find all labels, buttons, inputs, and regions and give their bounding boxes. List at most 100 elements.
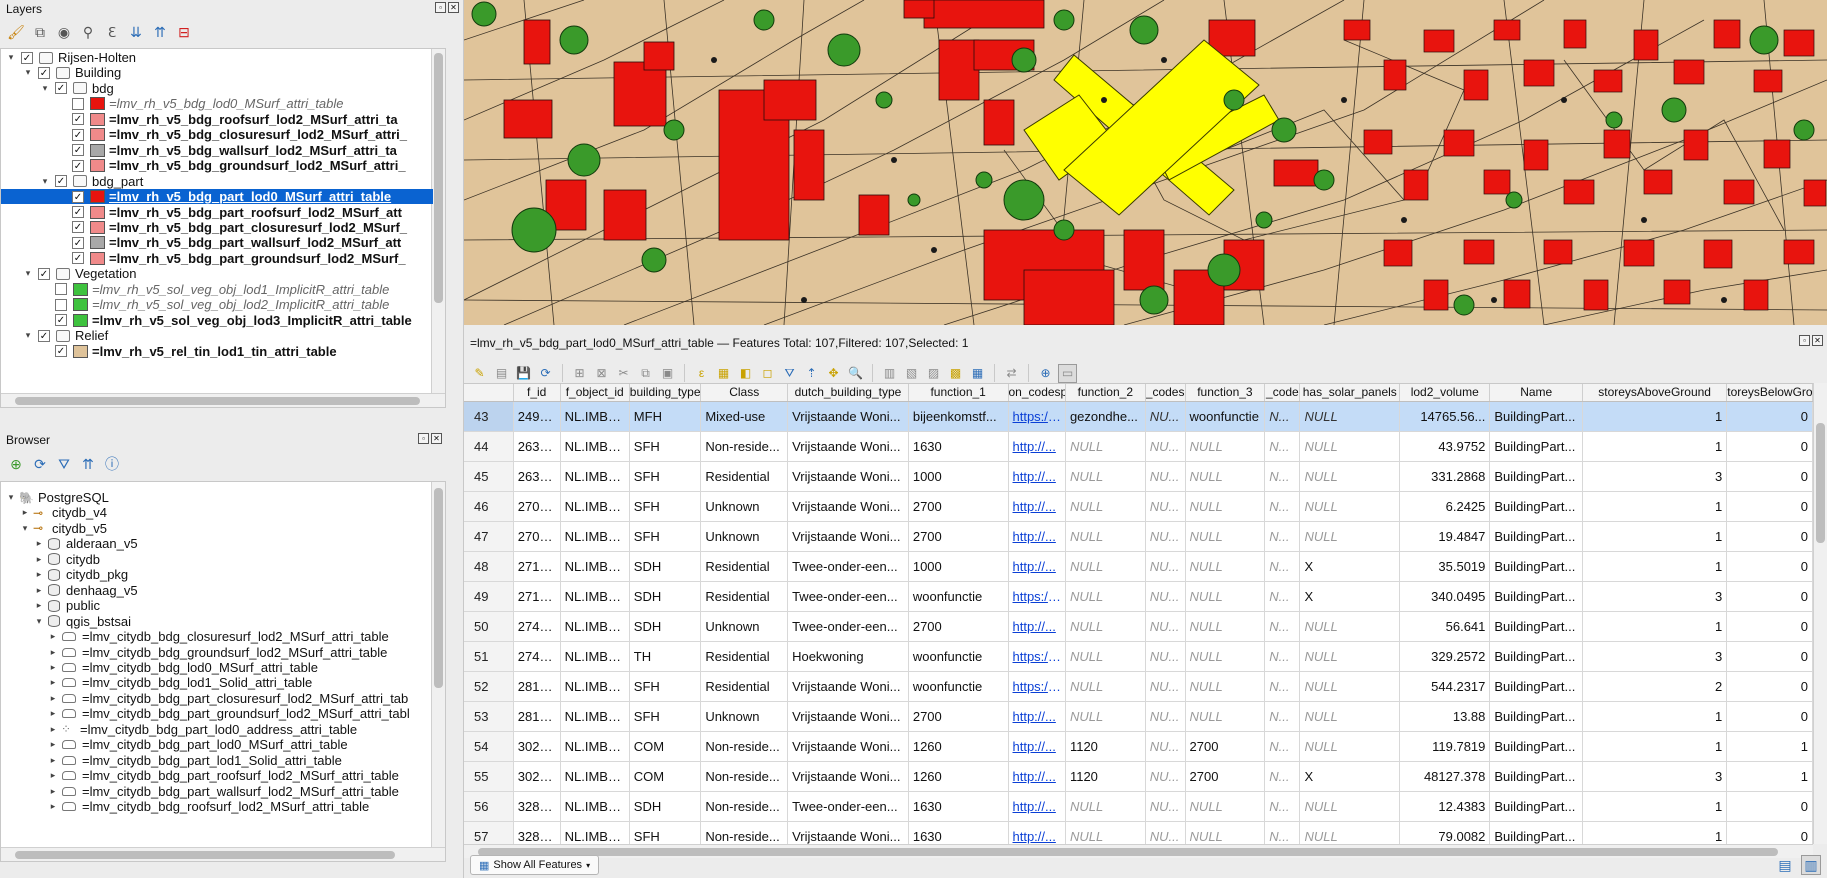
table-cell[interactable]: NULL [1065,431,1146,462]
table-cell[interactable]: NU... [1145,551,1186,582]
column-header[interactable]: Name [1489,384,1584,402]
table-cell[interactable]: BuildingPart... [1489,791,1584,822]
row-number-cell[interactable]: 44 [464,431,514,462]
table-cell[interactable]: 1630 [908,431,1009,462]
float-icon[interactable]: ▫ [1799,335,1810,346]
filter-legend-icon[interactable]: ⚲ [78,22,98,42]
table-cell[interactable]: NL.IMBA... [560,821,630,844]
table-cell[interactable]: 2700 [1185,731,1266,762]
row-number-cell[interactable]: 46 [464,491,514,522]
table-cell[interactable]: NU... [1145,401,1186,432]
table-cell[interactable]: NULL [1185,671,1266,702]
table-cell[interactable]: 1 [1726,731,1813,762]
table-cell[interactable]: NULL [1185,491,1266,522]
row-number-cell[interactable]: 57 [464,821,514,844]
table-cell[interactable]: BuildingPart... [1489,821,1584,844]
chevron-down-icon[interactable]: ▾ [5,492,17,503]
table-cell[interactable]: 1 [1582,431,1728,462]
table-cell[interactable]: N... [1264,821,1301,844]
table-cell[interactable]: NULL [1299,731,1401,762]
table-cell[interactable]: NU... [1145,701,1186,732]
chevron-right-icon[interactable]: ▸ [47,631,59,642]
conditional-formatting-icon[interactable]: ▦ [968,364,987,383]
table-cell[interactable]: NU... [1145,791,1186,822]
table-cell[interactable]: Unknown [700,521,789,552]
table-row[interactable]: 48 271476 NL.IMBA... SDH Residential Twee-ond… [464,551,1813,582]
table-cell[interactable]: NULL [1299,791,1401,822]
table-row[interactable]: 47 270310 NL.IMBA... SFH Unknown Vrijstaande … [464,521,1813,552]
column-header[interactable]: f_object_id [560,384,630,402]
chevron-right-icon[interactable]: ▸ [47,677,59,688]
visibility-checkbox[interactable]: ✓ [55,345,67,358]
table-cell[interactable]: SDH [629,611,702,642]
table-cell[interactable]: Vrijstaande Woni... [787,701,909,732]
visibility-checkbox[interactable]: ✓ [72,221,84,234]
table-cell[interactable]: NULL [1299,611,1401,642]
table-cell[interactable]: 0 [1726,611,1813,642]
table-cell[interactable]: NU... [1145,521,1186,552]
table-cell[interactable]: N... [1264,491,1301,522]
table-cell[interactable]: 3 [1582,761,1728,792]
table-cell[interactable]: Vrijstaande Woni... [787,431,909,462]
column-header[interactable]: Class [700,384,789,402]
row-number-cell[interactable]: 50 [464,611,514,642]
table-cell[interactable]: NULL [1185,551,1266,582]
table-cell[interactable]: NL.IMBA... [560,611,630,642]
table-cell[interactable]: NU... [1145,671,1186,702]
chevron-right-icon[interactable]: ▸ [47,755,59,766]
float-icon[interactable]: ▫ [435,2,446,13]
table-cell[interactable]: NULL [1065,641,1146,672]
layer-tree-item[interactable]: ✓ =lmv_rh_v5_bdg_wallsurf_lod2_MSurf_attr… [1,143,433,158]
layer-tree-item[interactable]: ✓ =lmv_rh_v5_sol_veg_obj_lod3_ImplicitR_a… [1,313,433,328]
visibility-checkbox[interactable] [55,283,67,296]
table-row[interactable]: 54 302421 NL.IMBA... COM Non-reside... Vrijst… [464,731,1813,762]
column-header[interactable]: function_3 [1185,384,1266,402]
table-cell[interactable]: Residential [700,461,789,492]
layers-vertical-scrollbar[interactable] [431,49,445,395]
select-by-expression-icon[interactable]: ε [692,364,711,383]
table-cell[interactable]: https:/ ... [1008,671,1066,702]
table-cell[interactable]: NULL [1185,431,1266,462]
table-cell[interactable]: NULL [1185,611,1266,642]
table-cell[interactable]: NULL [1185,521,1266,552]
table-cell[interactable]: 1630 [908,791,1009,822]
layers-horizontal-scrollbar[interactable] [1,393,445,407]
table-cell[interactable]: N... [1264,731,1301,762]
layer-tree-item[interactable]: ▾ ✓ bdg [1,81,433,96]
table-cell[interactable]: NL.IMBA... [560,701,630,732]
table-cell[interactable]: SFH [629,821,702,844]
table-cell[interactable]: NULL [1299,521,1401,552]
table-cell[interactable]: 3 [1582,461,1728,492]
table-cell[interactable]: http://... [1008,461,1066,492]
visibility-checkbox[interactable]: ✓ [55,314,67,327]
visibility-checkbox[interactable]: ✓ [72,252,84,265]
table-cell[interactable]: 274601 [513,641,561,672]
table-cell[interactable]: NULL [1299,821,1401,844]
table-cell[interactable]: Vrijstaande Woni... [787,491,909,522]
row-number-cell[interactable]: 47 [464,521,514,552]
table-cell[interactable]: N... [1264,521,1301,552]
chevron-down-icon[interactable]: ▾ [22,268,34,279]
browser-tree-item[interactable]: ▾ ⊸ citydb_v5 [1,521,433,536]
table-cell[interactable]: NULL [1185,701,1266,732]
properties-icon[interactable]: ⓘ [102,454,122,474]
table-cell[interactable]: 328448 [513,791,561,822]
chevron-right-icon[interactable]: ▸ [47,662,59,673]
table-row[interactable]: 43 249515 NL.IMBA... MFH Mixed-use Vrijstaand… [464,401,1813,432]
table-row[interactable]: 51 274601 NL.IMBA... TH Residential Hoekwonin… [464,641,1813,672]
table-cell[interactable]: 302433 [513,761,561,792]
table-cell[interactable]: 2700 [908,611,1009,642]
attribute-grid[interactable]: f_id f_object_id building_type Class dutch_b… [464,383,1813,844]
table-cell[interactable]: 544.2317 [1399,671,1491,702]
browser-tree-item[interactable]: ▸ =lmv_citydb_bdg_groundsurf_lod2_MSurf_a… [1,645,433,660]
column-header[interactable]: storeysAboveGround [1582,384,1728,402]
table-cell[interactable]: http://... [1008,761,1066,792]
table-cell[interactable]: 331.2868 [1399,461,1491,492]
visibility-checkbox[interactable]: ✓ [38,329,50,342]
browser-tree-item[interactable]: ▸ ⁘ =lmv_citydb_bdg_part_lod0_address_attr… [1,722,433,737]
table-cell[interactable]: 6.2425 [1399,491,1491,522]
column-header[interactable]: has_solar_panels [1299,384,1401,402]
invert-selection-icon[interactable]: ◧ [736,364,755,383]
table-cell[interactable]: Vrijstaande Woni... [787,821,909,844]
table-cell[interactable]: 119.7819 [1399,731,1491,762]
